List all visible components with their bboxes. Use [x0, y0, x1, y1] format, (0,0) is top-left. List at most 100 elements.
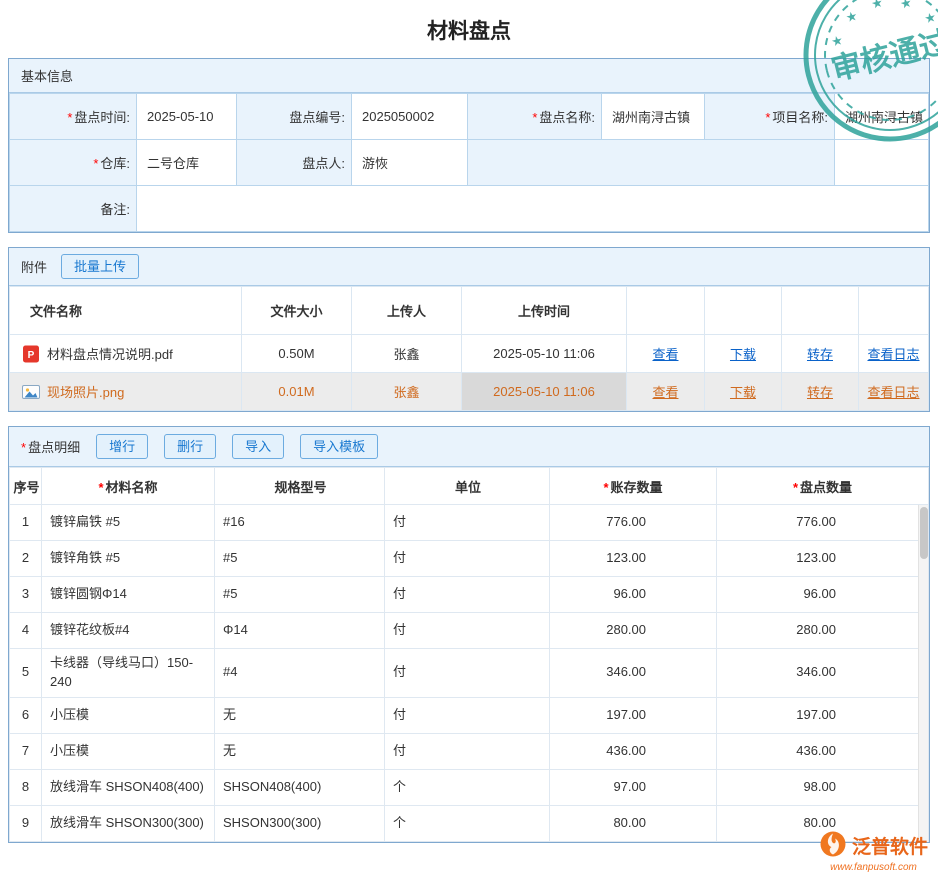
cell-count-qty: 776.00: [717, 505, 929, 541]
col-action: [782, 287, 859, 335]
detail-section: *盘点明细 增行 删行 导入 导入模板 序号 *材料名称 规格型号 单位 *账存…: [8, 426, 930, 843]
cell-material-name: 小压模: [42, 733, 215, 769]
cell-spec: #16: [215, 505, 385, 541]
field-label-inventory-person: 盘点人:: [237, 140, 352, 186]
col-unit: 单位: [385, 468, 550, 505]
cell-serial: 1: [10, 505, 42, 541]
cell-stock-qty: 280.00: [550, 613, 717, 649]
table-row[interactable]: 3 镀锌圆钢Φ14 #5 付 96.00 96.00: [10, 577, 929, 613]
download-link[interactable]: 下载: [730, 385, 756, 400]
cell-unit: 付: [385, 577, 550, 613]
view-link[interactable]: 查看: [652, 385, 678, 400]
table-row[interactable]: 5 卡线器（导线马口）150-240 #4 付 346.00 346.00: [10, 649, 929, 698]
field-value-project-name: 湖州南浔古镇: [835, 94, 929, 140]
field-label-warehouse: *仓库:: [10, 140, 137, 186]
basic-info-title: 基本信息: [21, 66, 73, 85]
view-link[interactable]: 查看: [652, 347, 678, 362]
cell-material-name: 卡线器（导线马口）150-240: [42, 649, 215, 698]
field-value-inventory-no: 2025050002: [352, 94, 468, 140]
field-value-warehouse: 二号仓库: [137, 140, 237, 186]
table-row[interactable]: 1 镀锌扁铁 #5 #16 付 776.00 776.00: [10, 505, 929, 541]
basic-info-header: 基本信息: [9, 59, 929, 93]
cell-stock-qty: 123.00: [550, 541, 717, 577]
cell-count-qty: 98.00: [717, 769, 929, 805]
col-file-name: 文件名称: [10, 287, 242, 335]
table-row[interactable]: 9 放线滑车 SHSON300(300) SHSON300(300) 个 80.…: [10, 805, 929, 841]
cell-count-qty: 123.00: [717, 541, 929, 577]
cell-spec: Φ14: [215, 613, 385, 649]
basic-info-grid: *盘点时间: 2025-05-10 盘点编号: 2025050002 *盘点名称…: [9, 93, 929, 232]
cell-file-size: 0.01M: [242, 373, 352, 411]
field-label-remark: 备注:: [10, 186, 137, 232]
cell-unit: 付: [385, 541, 550, 577]
cell-serial: 9: [10, 805, 42, 841]
table-row[interactable]: 8 放线滑车 SHSON408(400) SHSON408(400) 个 97.…: [10, 769, 929, 805]
view-log-link[interactable]: 查看日志: [867, 385, 919, 400]
table-row[interactable]: 2 镀锌角铁 #5 #5 付 123.00 123.00: [10, 541, 929, 577]
import-button[interactable]: 导入: [232, 434, 284, 460]
cell-spec: 无: [215, 697, 385, 733]
cell-unit: 个: [385, 805, 550, 841]
transfer-link[interactable]: 转存: [807, 347, 833, 362]
cell-material-name: 镀锌圆钢Φ14: [42, 577, 215, 613]
cell-unit: 付: [385, 505, 550, 541]
col-upload-time: 上传时间: [462, 287, 627, 335]
col-uploader: 上传人: [352, 287, 462, 335]
batch-upload-button[interactable]: 批量上传: [61, 254, 139, 280]
logo-url: www.fanpusoft.com: [819, 862, 928, 873]
detail-title: *盘点明细: [21, 437, 80, 456]
field-label-inventory-time: *盘点时间:: [10, 94, 137, 140]
delete-row-button[interactable]: 删行: [164, 434, 216, 460]
attachment-row[interactable]: P 材料盘点情况说明.pdf 0.50M 张鑫 2025-05-10 11:06…: [10, 335, 929, 373]
cell-material-name: 镀锌扁铁 #5: [42, 505, 215, 541]
table-row[interactable]: 7 小压模 无 付 436.00 436.00: [10, 733, 929, 769]
view-log-link[interactable]: 查看日志: [867, 347, 919, 362]
pdf-file-icon: P: [22, 345, 40, 363]
detail-table: 序号 *材料名称 规格型号 单位 *账存数量 *盘点数量 1 镀锌扁铁 #5 #…: [9, 467, 929, 842]
attachments-table: 文件名称 文件大小 上传人 上传时间 P 材料盘点情况说明.pdf: [9, 286, 929, 411]
cell-file-size: 0.50M: [242, 335, 352, 373]
file-name[interactable]: 现场照片.png: [47, 382, 124, 401]
scrollbar-thumb[interactable]: [920, 507, 928, 559]
vertical-scrollbar[interactable]: [918, 505, 928, 842]
download-link[interactable]: 下载: [730, 347, 756, 362]
empty-cell: [835, 140, 929, 186]
col-serial: 序号: [10, 468, 42, 505]
cell-spec: #4: [215, 649, 385, 698]
cell-serial: 3: [10, 577, 42, 613]
cell-material-name: 放线滑车 SHSON408(400): [42, 769, 215, 805]
col-action: [859, 287, 929, 335]
file-name[interactable]: 材料盘点情况说明.pdf: [47, 344, 173, 363]
cell-serial: 4: [10, 613, 42, 649]
cell-spec: SHSON408(400): [215, 769, 385, 805]
cell-material-name: 镀锌角铁 #5: [42, 541, 215, 577]
cell-stock-qty: 80.00: [550, 805, 717, 841]
cell-unit: 付: [385, 733, 550, 769]
cell-file-name: 现场照片.png: [10, 373, 242, 411]
field-value-inventory-time: 2025-05-10: [137, 94, 237, 140]
field-label-project-name: *项目名称:: [705, 94, 835, 140]
cell-stock-qty: 346.00: [550, 649, 717, 698]
attachments-header: 附件 批量上传: [9, 248, 929, 286]
cell-material-name: 小压模: [42, 697, 215, 733]
table-row[interactable]: 4 镀锌花纹板#4 Φ14 付 280.00 280.00: [10, 613, 929, 649]
col-material-name: *材料名称: [42, 468, 215, 505]
add-row-button[interactable]: 增行: [96, 434, 148, 460]
col-action: [705, 287, 782, 335]
cell-serial: 2: [10, 541, 42, 577]
cell-file-name: P 材料盘点情况说明.pdf: [10, 335, 242, 373]
attachments-section: 附件 批量上传 文件名称 文件大小 上传人 上传时间 P: [8, 247, 930, 412]
svg-text:P: P: [28, 350, 35, 361]
image-file-icon: [22, 383, 40, 401]
field-value-inventory-name: 湖州南浔古镇: [602, 94, 705, 140]
col-action: [627, 287, 705, 335]
transfer-link[interactable]: 转存: [807, 385, 833, 400]
attachment-row[interactable]: 现场照片.png 0.01M 张鑫 2025-05-10 11:06 查看 下载…: [10, 373, 929, 411]
table-row[interactable]: 6 小压模 无 付 197.00 197.00: [10, 697, 929, 733]
cell-count-qty: 197.00: [717, 697, 929, 733]
import-template-button[interactable]: 导入模板: [300, 434, 378, 460]
cell-stock-qty: 97.00: [550, 769, 717, 805]
cell-count-qty: 96.00: [717, 577, 929, 613]
cell-spec: 无: [215, 733, 385, 769]
cell-count-qty: 346.00: [717, 649, 929, 698]
